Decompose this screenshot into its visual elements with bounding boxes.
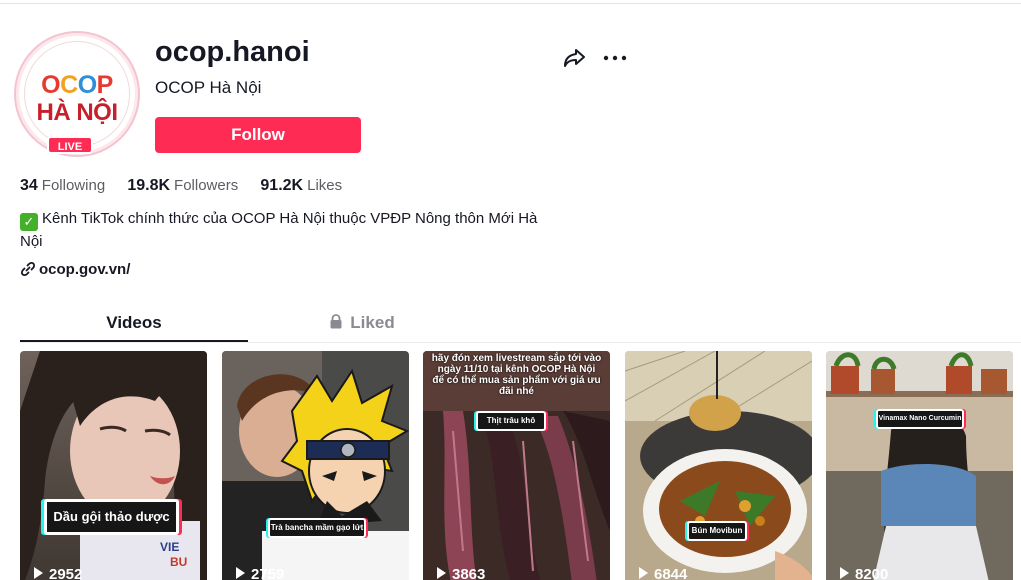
video-caption: Thịt trâu khô: [476, 411, 546, 431]
stat-value: 34: [20, 177, 38, 194]
video-card[interactable]: hãy đón xem livestream sắp tới vào ngày …: [423, 351, 610, 580]
stat-label: Following: [41, 177, 106, 194]
video-views: 6844: [639, 567, 687, 580]
video-thumbnail: [222, 351, 409, 580]
link-text: ocop.gov.vn/: [39, 261, 131, 278]
avatar-logo-hanoi: HÀ NỘI: [36, 99, 119, 126]
video-thumbnail: [625, 351, 812, 580]
tab-liked[interactable]: Liked: [248, 310, 476, 342]
video-card[interactable]: VIE BU Dầu gội thảo dược 2952: [20, 351, 207, 580]
video-caption: Dầu gội thảo dược: [44, 499, 179, 535]
stat-followers[interactable]: 19.8K Followers: [127, 175, 238, 197]
video-card[interactable]: Vinamax Nano Curcumin 8200: [826, 351, 1013, 580]
tab-liked-label: Liked: [350, 313, 395, 332]
video-caption: Vinamax Nano Curcumin: [876, 409, 964, 429]
stat-value: 19.8K: [127, 177, 171, 194]
profile-bio: ✓ Kênh TikTok chính thức của OCOP Hà Nội …: [20, 208, 550, 253]
video-card[interactable]: Trà bancha mầm gạo lứt 2759: [222, 351, 409, 580]
more-options-icon[interactable]: [601, 45, 629, 71]
video-caption: Trà bancha mầm gạo lứt: [268, 518, 366, 538]
link-icon: [20, 261, 36, 277]
avatar-logo: OCOP HÀ NỘI: [24, 41, 130, 147]
profile-stats: 34 Following 19.8K Followers 91.2K Likes: [20, 175, 360, 197]
tab-videos[interactable]: Videos: [20, 310, 248, 342]
follow-button[interactable]: Follow: [155, 117, 361, 153]
tabs-divider: [20, 342, 1021, 343]
video-views: 3863: [437, 567, 485, 580]
video-grid: VIE BU Dầu gội thảo dược 2952 Trà bancha…: [20, 351, 1021, 580]
stat-label: Followers: [174, 177, 239, 194]
play-icon: [840, 567, 849, 579]
video-views: 2759: [236, 567, 284, 580]
top-divider: [0, 3, 1021, 4]
video-views: 8200: [840, 567, 888, 580]
live-badge[interactable]: LIVE: [47, 136, 93, 154]
video-thumbnail: [826, 351, 1013, 580]
display-name: OCOP Hà Nội: [155, 78, 262, 97]
play-icon: [639, 567, 648, 579]
checkmark-icon: ✓: [20, 213, 38, 231]
username: ocop.hanoi: [155, 36, 310, 68]
play-icon: [236, 567, 245, 579]
video-card[interactable]: Bún Movibun 6844: [625, 351, 812, 580]
svg-text:VIE: VIE: [160, 540, 179, 554]
avatar-logo-ocop: OCOP: [41, 71, 113, 99]
stat-label: Likes: [307, 177, 343, 194]
bio-text: Kênh TikTok chính thức của OCOP Hà Nội t…: [20, 210, 538, 250]
video-caption: Bún Movibun: [687, 521, 747, 541]
stat-value: 91.2K: [260, 177, 304, 194]
profile-link[interactable]: ocop.gov.vn/: [20, 259, 130, 281]
video-thumbnail: VIE BU: [20, 351, 207, 580]
share-icon[interactable]: [561, 45, 587, 71]
stat-likes: 91.2K Likes: [260, 175, 342, 197]
video-overlay-text: hãy đón xem livestream sắp tới vào ngày …: [431, 353, 602, 397]
video-views: 2952: [34, 567, 82, 580]
play-icon: [437, 567, 446, 579]
stat-following[interactable]: 34 Following: [20, 175, 105, 197]
svg-text:BU: BU: [170, 555, 187, 569]
play-icon: [34, 567, 43, 579]
lock-icon: [329, 311, 343, 329]
